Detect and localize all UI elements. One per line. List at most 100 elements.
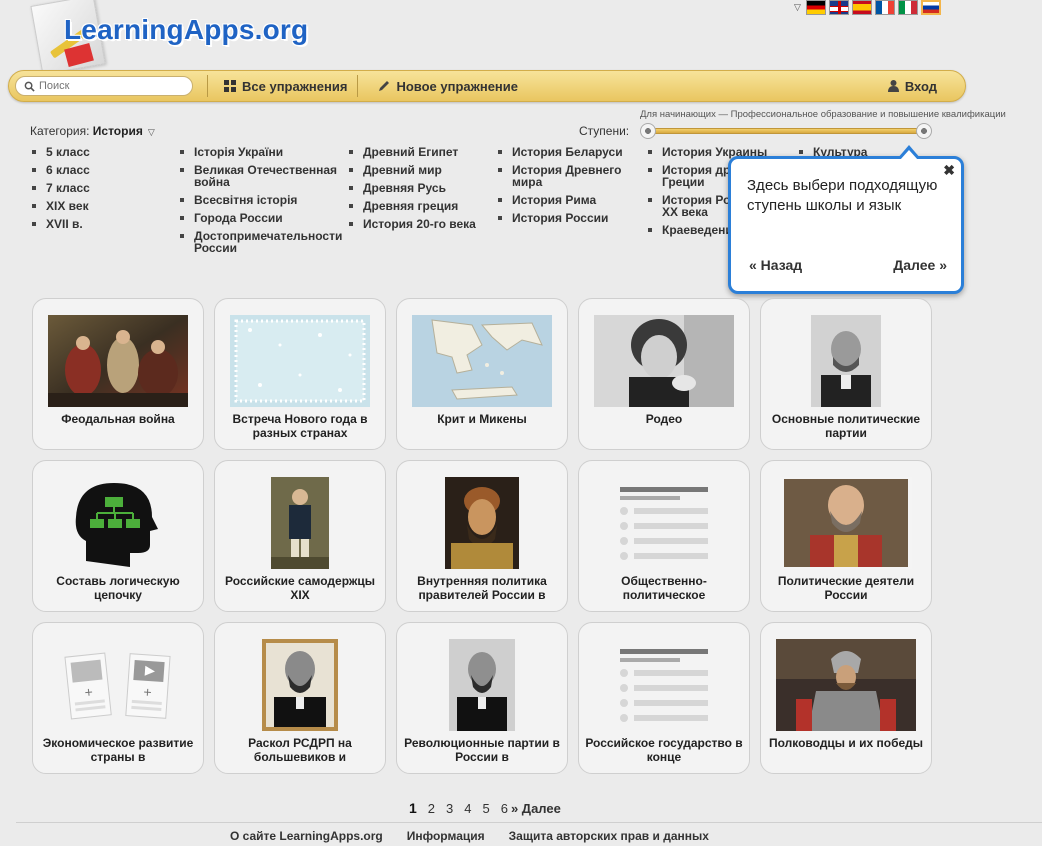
page-link-current[interactable]: 1	[409, 800, 417, 816]
category-prefix: Категория:	[30, 124, 90, 138]
slider-track[interactable]	[646, 128, 928, 134]
category-link[interactable]: История Беларуси	[496, 146, 636, 158]
category-link[interactable]: Древняя греция	[347, 200, 497, 212]
app-card[interactable]: Составь логическую цепочку	[32, 460, 204, 612]
page-link[interactable]: 5	[483, 801, 490, 816]
footer: О сайте LearningApps.org Информация Защи…	[230, 829, 709, 843]
flag-fr-icon[interactable]	[874, 0, 895, 15]
app-title: Политические деятели России	[777, 574, 915, 602]
category-link[interactable]: XIX век	[30, 200, 90, 212]
category-link[interactable]: XVII в.	[30, 218, 90, 230]
category-link[interactable]: Древний Египет	[347, 146, 497, 158]
app-title: Феодальная война	[61, 412, 175, 426]
app-title: Российские самодержцы XIX	[224, 574, 376, 602]
category-column: История Беларуси История Древнего мира И…	[496, 146, 636, 230]
help-tooltip: ✖ Здесь выбери подходящую ступень школы …	[728, 145, 964, 294]
app-title: Составь логическую цепочку	[56, 574, 180, 602]
logo[interactable]: LearningApps.org	[18, 0, 348, 78]
app-title: Родео	[645, 412, 683, 426]
category-value: История	[92, 124, 143, 138]
page-link[interactable]: 2	[428, 801, 435, 816]
app-thumbnail	[776, 639, 916, 731]
app-card[interactable]: Встреча Нового года в разных странах	[214, 298, 386, 450]
app-title: Встреча Нового года в разных странах	[232, 412, 368, 440]
new-exercise-link[interactable]: Новое упражнение	[358, 71, 528, 101]
app-title: Внутренняя политика правителей России в	[417, 574, 547, 602]
search-input[interactable]	[39, 80, 179, 92]
app-title: Раскол РСДРП на большевиков и	[248, 736, 352, 764]
all-exercises-link[interactable]: Все упражнения	[208, 71, 357, 101]
category-link[interactable]: Древний мир	[347, 164, 497, 176]
search-box[interactable]	[15, 76, 193, 96]
category-link[interactable]: История Рима	[496, 194, 636, 206]
page-link[interactable]: 3	[446, 801, 453, 816]
app-card[interactable]: Политические деятели России	[760, 460, 932, 612]
app-thumbnail	[230, 477, 370, 569]
next-page-link[interactable]: » Далее	[511, 801, 561, 816]
flag-es-icon[interactable]	[851, 0, 872, 15]
category-link[interactable]: 6 класс	[30, 164, 90, 176]
app-thumbnail	[48, 315, 188, 407]
tooltip-text: Здесь выбери подходящую ступень школы и …	[747, 177, 938, 214]
category-link[interactable]: История Древнего мира	[496, 164, 636, 188]
chevron-down-icon: ▽	[147, 127, 155, 137]
category-link[interactable]: Достопримечательности России	[178, 230, 348, 254]
flag-en-icon[interactable]	[828, 0, 849, 15]
category-link[interactable]: Історія України	[178, 146, 348, 158]
flag-ru-icon[interactable]	[920, 0, 941, 15]
tooltip-next-button[interactable]: Далее »	[893, 257, 947, 273]
app-card[interactable]: Полководцы и их победы	[760, 622, 932, 774]
app-card[interactable]: Внутренняя политика правителей России в	[396, 460, 568, 612]
page-link[interactable]: 4	[464, 801, 471, 816]
category-column: 5 класс 6 класс 7 класс XIX век XVII в.	[30, 146, 90, 236]
flag-it-icon[interactable]	[897, 0, 918, 15]
app-thumbnail	[594, 315, 734, 407]
app-title: Крит и Микены	[437, 412, 527, 426]
slider-max-handle[interactable]	[916, 123, 932, 139]
category-link[interactable]: История 20-го века	[347, 218, 497, 230]
level-slider[interactable]	[640, 123, 934, 139]
category-link[interactable]: Великая Отечественная война	[178, 164, 348, 188]
app-card[interactable]: Феодальная война	[32, 298, 204, 450]
app-thumbnail	[412, 639, 552, 731]
app-card[interactable]: Революционные партии в России в	[396, 622, 568, 774]
footer-privacy-link[interactable]: Защита авторских прав и данных	[509, 829, 709, 843]
page-link[interactable]: 6	[501, 801, 508, 816]
category-link[interactable]: 7 класс	[30, 182, 90, 194]
app-title: Общественно-политическое	[621, 574, 707, 602]
app-card[interactable]: Российское государство в конце	[578, 622, 750, 774]
slider-min-handle[interactable]	[640, 123, 656, 139]
app-card[interactable]: Раскол РСДРП на большевиков и	[214, 622, 386, 774]
app-title: Революционные партии в России в	[404, 736, 560, 764]
category-link[interactable]: Города России	[178, 212, 348, 224]
app-card[interactable]: Общественно-политическое	[578, 460, 750, 612]
app-title: Основные политические партии	[771, 412, 921, 440]
footer-info-link[interactable]: Информация	[407, 829, 485, 843]
tooltip-back-button[interactable]: « Назад	[749, 257, 802, 273]
language-selector[interactable]: ▽	[794, 0, 941, 15]
all-exercises-label: Все упражнения	[242, 78, 348, 94]
category-selector[interactable]: Категория: История ▽	[30, 124, 155, 138]
login-link[interactable]: Вход	[878, 71, 947, 101]
app-card[interactable]: Крит и Микены	[396, 298, 568, 450]
footer-about-link[interactable]: О сайте LearningApps.org	[230, 829, 383, 843]
app-card[interactable]: Российские самодержцы XIX	[214, 460, 386, 612]
footer-divider	[16, 822, 1042, 823]
category-link[interactable]: Всесвітня історія	[178, 194, 348, 206]
category-link[interactable]: История России	[496, 212, 636, 224]
app-thumbnail	[412, 315, 552, 407]
logo-text: LearningApps.org	[64, 14, 309, 45]
svg-text:+: +	[143, 684, 152, 701]
category-link[interactable]: Древняя Русь	[347, 182, 497, 194]
app-card[interactable]: Родео	[578, 298, 750, 450]
app-card[interactable]: Основные политические партии	[760, 298, 932, 450]
new-exercise-label: Новое упражнение	[396, 78, 519, 94]
category-link[interactable]: 5 класс	[30, 146, 90, 158]
login-label: Вход	[904, 78, 937, 94]
app-thumbnail	[412, 477, 552, 569]
app-title: Российское государство в конце	[585, 736, 743, 764]
flag-de-icon[interactable]	[805, 0, 826, 15]
dropdown-arrow-icon[interactable]: ▽	[794, 2, 801, 13]
app-card[interactable]: + + Экономическое развитие страны в	[32, 622, 204, 774]
close-icon[interactable]: ✖	[943, 162, 955, 179]
